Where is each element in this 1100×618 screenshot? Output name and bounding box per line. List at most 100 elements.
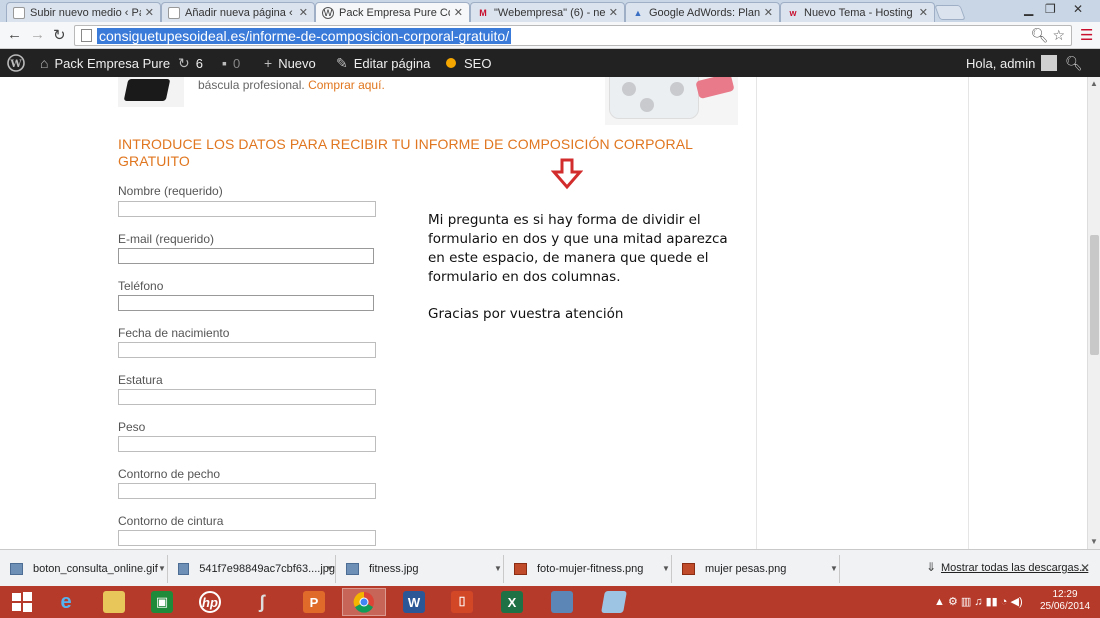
- download-item[interactable]: 541f7e98849ac7cbf63....jpg ▼: [168, 555, 336, 583]
- start-button[interactable]: [0, 588, 44, 616]
- browser-tab-5[interactable]: ▲ Google AdWords: Planific ✕: [625, 2, 780, 22]
- show-all-downloads-link[interactable]: Mostrar todas las descargas...: [941, 562, 1088, 574]
- browser-tab-1[interactable]: Subir nuevo medio ‹ Pack ✕: [6, 2, 161, 22]
- account-menu[interactable]: Hola, admin: [966, 49, 1058, 77]
- new-content-link[interactable]: + Nuevo: [264, 49, 316, 77]
- browser-tab-4[interactable]: M "Webempresa" (6) - nego ✕: [470, 2, 625, 22]
- chevron-down-icon[interactable]: ▼: [830, 564, 838, 573]
- close-icon[interactable]: ✕: [919, 6, 928, 19]
- name-input[interactable]: [118, 201, 376, 217]
- adwords-icon: ▲: [633, 7, 643, 18]
- tab-title: Pack Empresa Pure Comp: [339, 6, 450, 19]
- close-icon[interactable]: ✕: [764, 6, 773, 19]
- site-name-link[interactable]: ⌂ Pack Empresa Pure: [40, 49, 170, 77]
- taskbar-word[interactable]: W: [392, 588, 436, 616]
- note-thanks: Gracias por vuestra atención: [428, 306, 624, 322]
- download-name: 541f7e98849ac7cbf63....jpg: [199, 563, 335, 575]
- seo-status-icon: [446, 58, 456, 68]
- birthdate-input[interactable]: [118, 342, 376, 358]
- wordpress-logo-button[interactable]: W: [7, 49, 25, 77]
- ie-icon: e: [60, 590, 72, 613]
- weight-input[interactable]: [118, 436, 376, 452]
- webempresa-icon: w: [789, 7, 797, 18]
- powerpoint-icon: P: [303, 591, 325, 613]
- scroll-down-icon[interactable]: ▼: [1090, 537, 1098, 546]
- close-icon[interactable]: ✕: [299, 6, 308, 19]
- edit-page-link[interactable]: ✎ Editar página: [336, 49, 430, 77]
- field-label-phone: Teléfono: [118, 279, 164, 293]
- scale-product-image[interactable]: [118, 77, 184, 107]
- taskbar-photos[interactable]: [540, 588, 584, 616]
- reload-icon[interactable]: ↻: [53, 26, 66, 44]
- download-name: foto-mujer-fitness.png: [537, 563, 644, 575]
- note-question: Mi pregunta es si hay forma de dividir e…: [428, 212, 728, 285]
- waist-input[interactable]: [118, 530, 376, 546]
- address-bar[interactable]: consiguetupesoideal.es/informe-de-compos…: [74, 25, 1072, 46]
- maximize-icon[interactable]: ❐: [1045, 2, 1056, 16]
- chest-input[interactable]: [118, 483, 376, 499]
- taskbar-app[interactable]: [592, 588, 636, 616]
- gmail-icon: M: [479, 7, 487, 18]
- taskbar-ie[interactable]: e: [44, 588, 88, 616]
- chrome-icon: [353, 591, 374, 613]
- browser-tab-3[interactable]: W Pack Empresa Pure Comp ✕: [315, 2, 470, 22]
- chevron-down-icon[interactable]: ▼: [494, 564, 502, 573]
- clock-date: 25/06/2014: [1039, 601, 1091, 612]
- seo-link[interactable]: SEO: [446, 49, 491, 77]
- tray-icons[interactable]: ▲ ⚙ ▥ ♫ ▮▮ ◔ ◀): [934, 595, 1023, 608]
- phone-input[interactable]: [118, 295, 374, 311]
- tab-title: Subir nuevo medio ‹ Pack: [30, 6, 141, 19]
- chevron-down-icon[interactable]: ▼: [662, 564, 670, 573]
- clock-time: 12:29: [1052, 589, 1078, 600]
- close-window-icon[interactable]: ✕: [1073, 2, 1083, 16]
- taskbar-app[interactable]: ▣: [140, 588, 184, 616]
- download-item[interactable]: fitness.jpg ▼: [336, 555, 504, 583]
- close-icon[interactable]: ✕: [145, 6, 154, 19]
- clock[interactable]: 12:29 25/06/2014: [1036, 589, 1094, 613]
- page-scrollbar[interactable]: ▲ ▼: [1087, 77, 1100, 549]
- close-icon[interactable]: ✕: [609, 6, 618, 19]
- taskbar: e ▣ hp ʃ P W ⌷ X ▲ ⚙ ▥ ♫ ▮▮ ◔ ◀) 12:29 2…: [0, 586, 1100, 618]
- download-item[interactable]: mujer pesas.png ▼: [672, 555, 840, 583]
- forward-icon[interactable]: →: [30, 26, 45, 43]
- browser-tab-2[interactable]: Añadir nueva página ‹ Pac ✕: [161, 2, 315, 22]
- taskbar-explorer[interactable]: [92, 588, 136, 616]
- admin-search-button[interactable]: 🔍︎: [1065, 49, 1089, 77]
- chevron-down-icon[interactable]: ▼: [158, 564, 166, 573]
- comment-icon: ▪: [222, 55, 227, 71]
- down-arrow-icon: [551, 158, 583, 190]
- question-note: Mi pregunta es si hay forma de dividir e…: [428, 211, 728, 342]
- comments-link[interactable]: ▪ 0: [222, 49, 240, 77]
- taskbar-hp[interactable]: hp: [188, 588, 232, 616]
- chevron-down-icon[interactable]: ▼: [326, 564, 334, 573]
- taskbar-chrome[interactable]: [342, 588, 386, 616]
- height-input[interactable]: [118, 389, 376, 405]
- email-input[interactable]: [118, 248, 374, 264]
- url-text[interactable]: consiguetupesoideal.es/informe-de-compos…: [97, 28, 512, 44]
- browser-tab-6[interactable]: w Nuevo Tema - Hosting W ✕: [780, 2, 935, 22]
- taskbar-app[interactable]: ʃ: [240, 588, 284, 616]
- new-tab-button[interactable]: [934, 5, 966, 20]
- taskbar-excel[interactable]: X: [490, 588, 534, 616]
- back-icon[interactable]: ←: [7, 26, 22, 43]
- tab-title: "Webempresa" (6) - nego: [494, 6, 605, 19]
- app-icon: ʃ: [259, 591, 265, 612]
- download-item[interactable]: boton_consulta_online.gif ▼: [0, 555, 168, 583]
- menu-icon[interactable]: ☰: [1080, 26, 1093, 44]
- updates-link[interactable]: ↻ 6: [178, 49, 203, 77]
- buy-here-link[interactable]: Comprar aquí.: [308, 78, 385, 92]
- wordpress-icon: W: [322, 6, 334, 19]
- column-divider: [968, 77, 969, 549]
- scroll-thumb[interactable]: [1090, 235, 1099, 355]
- close-icon[interactable]: ✕: [454, 6, 463, 19]
- download-item[interactable]: foto-mujer-fitness.png ▼: [504, 555, 672, 583]
- minimize-icon[interactable]: ▁: [1024, 2, 1033, 16]
- download-name: fitness.jpg: [369, 563, 419, 575]
- scroll-up-icon[interactable]: ▲: [1090, 79, 1098, 88]
- zoom-icon[interactable]: 🔍︎ ☆: [1031, 27, 1065, 44]
- taskbar-office[interactable]: ⌷: [440, 588, 484, 616]
- photos-icon: [551, 591, 573, 613]
- wordpress-icon: W: [7, 54, 25, 72]
- close-icon[interactable]: ✕: [1080, 561, 1090, 575]
- taskbar-powerpoint[interactable]: P: [292, 588, 336, 616]
